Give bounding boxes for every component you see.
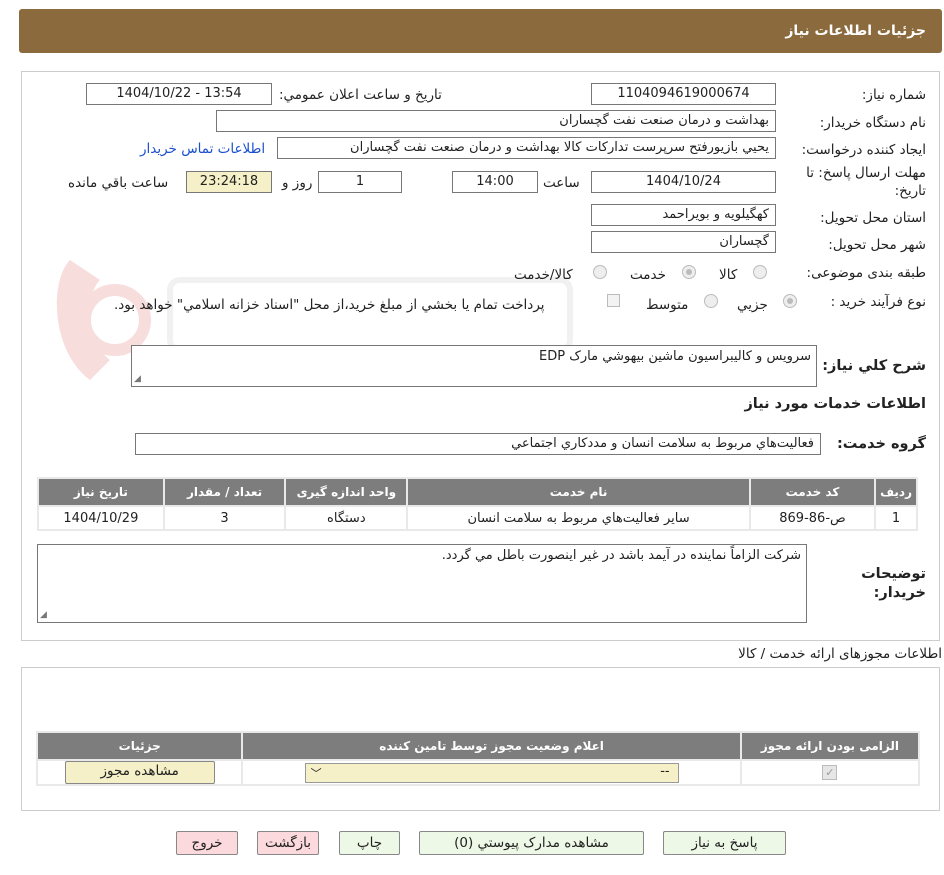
resize-grip-icon[interactable]: ◢ [40, 610, 47, 620]
category-service-label: خدمت [630, 267, 666, 283]
announce-label: تاریخ و ساعت اعلان عمومي: [279, 87, 442, 103]
cell-need-date: 1404/10/29 [39, 507, 163, 529]
col-service-name: نام خدمت [408, 479, 749, 505]
remaining-label: ساعت باقي مانده [68, 175, 169, 191]
buyer-notes-text: شرکت الزاماً نماينده در آيمد باشد در غير… [441, 548, 801, 563]
col-quantity: تعداد / مقدار [164, 479, 285, 505]
category-service-radio[interactable] [682, 265, 696, 279]
days-label: روز و [282, 175, 313, 191]
services-table-header: رديف کد خدمت نام خدمت واحد اندازه گيری ت… [39, 479, 916, 505]
creator-field: يحيي بازيورفتح سرپرست تدارکات کالا بهداش… [277, 137, 776, 159]
purchase-medium-label: متوسط [646, 297, 689, 313]
permits-table: الزامی بودن ارائه مجوز اعلام وضعيت مجوز … [36, 731, 920, 786]
page-header: جزئیات اطلاعات نیاز [19, 9, 942, 53]
cell-permit-status: ﹀ -- [243, 761, 740, 784]
services-table: رديف کد خدمت نام خدمت واحد اندازه گيری ت… [37, 477, 918, 531]
category-goods-label: کالا [719, 267, 738, 283]
permit-status-select[interactable]: ﹀ -- [304, 762, 679, 783]
col-unit: واحد اندازه گيری [286, 479, 407, 505]
deadline-time-field: 14:00 [452, 171, 538, 193]
resize-grip-icon[interactable]: ◢ [134, 374, 141, 384]
province-field: کهگيلويه و بويراحمد [591, 204, 776, 226]
view-attachments-button[interactable]: مشاهده مدارک پيوستي (0) [419, 831, 644, 855]
col-need-date: تاريخ نياز [39, 479, 163, 505]
payment-note: پرداخت تمام يا بخشي از مبلغ خريد،از محل … [114, 297, 545, 313]
deadline-time-label: ساعت [543, 175, 580, 191]
page-title: جزئیات اطلاعات نیاز [785, 23, 926, 39]
checkmark-icon: ✓ [822, 765, 838, 780]
cell-row: 1 [876, 507, 916, 529]
announce-date-field: 1404/10/22 - 13:54 [86, 83, 272, 105]
need-number-label: شماره نیاز: [861, 87, 926, 103]
col-permit-details: جزئيات [38, 733, 242, 759]
buyer-org-label: نام دستگاه خريدار: [819, 115, 926, 131]
buyer-notes-label-2: خريدار: [873, 585, 926, 601]
deadline-label: مهلت ارسال پاسخ: تا [806, 165, 926, 181]
exit-button[interactable]: خروج [176, 831, 238, 855]
category-goods-radio[interactable] [753, 265, 767, 279]
category-goods-service-radio[interactable] [593, 265, 607, 279]
service-group-label: گروه خدمت: [836, 436, 926, 452]
cell-service-name: ساير فعاليت‌هاي مربوط به سلامت انسان [408, 507, 749, 529]
print-button[interactable]: چاپ [339, 831, 400, 855]
permits-table-header: الزامی بودن ارائه مجوز اعلام وضعيت مجوز … [38, 733, 918, 759]
permit-status-value: -- [660, 763, 670, 779]
deadline-label-2: تاريخ: [894, 183, 926, 199]
category-label: طبقه بندی موضوعی: [806, 265, 926, 281]
description-textarea[interactable]: سرويس و کاليبراسيون ماشين بيهوشي مارک ED… [131, 345, 817, 387]
table-row: 1 ص-86-869 ساير فعاليت‌هاي مربوط به سلام… [39, 507, 916, 529]
purchase-medium-radio[interactable] [704, 294, 718, 308]
view-permit-button[interactable]: مشاهده مجوز [64, 761, 215, 784]
chevron-down-icon: ﹀ [310, 766, 322, 780]
col-service-code: کد خدمت [750, 479, 875, 505]
days-remaining-field: 1 [318, 171, 402, 193]
cell-unit: دستگاه [286, 507, 407, 529]
buyer-notes-label: توضيحات [861, 566, 926, 582]
col-row: رديف [876, 479, 916, 505]
province-label: استان محل تحويل: [820, 210, 926, 226]
permits-section-title: اطلاعات مجوزهای ارائه خدمت / کالا [738, 646, 942, 662]
table-row: ✓ ﹀ -- مشاهده مجوز [38, 761, 918, 784]
cell-permit-details: مشاهده مجوز [38, 761, 242, 784]
service-group-field: فعاليت‌هاي مربوط به سلامت انسان و مددکار… [135, 433, 821, 455]
description-label: شرح کلي نياز: [822, 358, 926, 374]
need-number-field: 1104094619000674 [591, 83, 776, 105]
city-field: گچساران [591, 231, 776, 253]
category-goods-service-label: کالا/خدمت [514, 267, 573, 283]
purchase-minor-radio[interactable] [783, 294, 797, 308]
services-section-title: اطلاعات خدمات مورد نياز [744, 396, 926, 412]
remaining-time-field: 23:24:18 [186, 171, 272, 193]
city-label: شهر محل تحويل: [828, 237, 926, 253]
cell-quantity: 3 [164, 507, 285, 529]
buyer-org-field: بهداشت و درمان صنعت نفت گچساران [216, 110, 776, 132]
purchase-type-label: نوع فرآيند خريد : [830, 294, 926, 310]
reply-button[interactable]: پاسخ به نياز [663, 831, 786, 855]
treasury-payment-checkbox[interactable] [607, 294, 620, 307]
creator-label: ايجاد کننده درخواست: [801, 142, 926, 158]
purchase-minor-label: جزيي [737, 297, 768, 313]
cell-service-code: ص-86-869 [750, 507, 875, 529]
cell-permit-required: ✓ [741, 761, 918, 784]
description-text: سرويس و کاليبراسيون ماشين بيهوشي مارک ED… [539, 349, 811, 364]
buyer-notes-textarea[interactable]: شرکت الزاماً نماينده در آيمد باشد در غير… [37, 544, 807, 623]
buyer-contact-link[interactable]: اطلاعات تماس خريدار [140, 141, 265, 157]
deadline-date-field: 1404/10/24 [591, 171, 776, 193]
col-permit-required: الزامی بودن ارائه مجوز [741, 733, 918, 759]
col-permit-status: اعلام وضعيت مجوز توسط تامين کننده [243, 733, 740, 759]
back-button[interactable]: بازگشت [257, 831, 319, 855]
